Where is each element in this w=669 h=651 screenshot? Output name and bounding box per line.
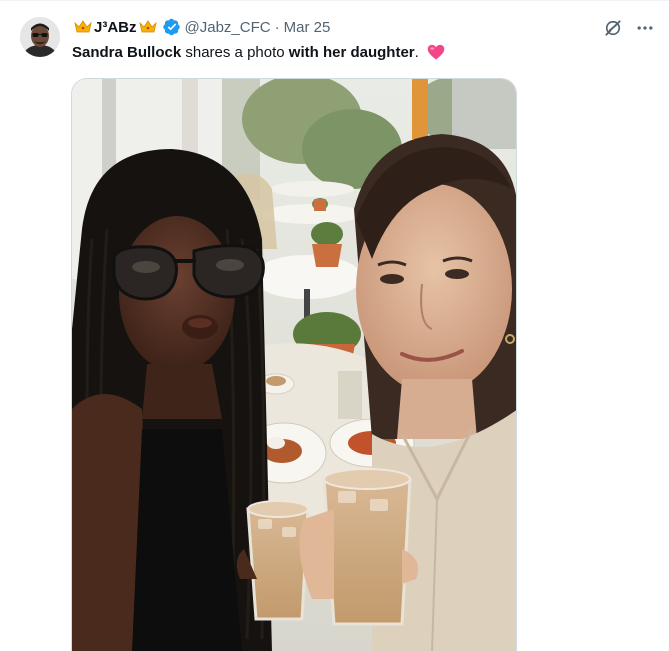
more-horizontal-icon xyxy=(637,26,653,30)
tweet-date[interactable]: Mar 25 xyxy=(284,19,331,36)
display-name[interactable]: J³ABz xyxy=(94,19,137,36)
tweet-card[interactable]: J³ABz @Jabz_CFC · Mar 25 Sandra Bullock … xyxy=(0,0,669,651)
more-options-button[interactable] xyxy=(632,15,658,41)
pink-heart-emoji xyxy=(427,44,445,60)
tweet-header: J³ABz @Jabz_CFC · Mar 25 xyxy=(72,16,330,38)
iced-coffee-left xyxy=(246,500,310,621)
avatar[interactable] xyxy=(20,17,60,57)
iced-coffee-right xyxy=(322,468,412,626)
top-divider xyxy=(0,0,669,1)
tweet-text-period: . xyxy=(414,44,419,61)
separator-dot: · xyxy=(274,18,280,36)
crown-icon xyxy=(138,20,157,33)
tweet-text-bold-phrase: with her daughter xyxy=(288,44,415,61)
avatar-image xyxy=(20,17,60,57)
tweet-text-middle: shares a photo xyxy=(181,44,289,61)
photo-two-women-with-iced-coffee xyxy=(72,79,516,651)
verified-badge-icon[interactable] xyxy=(162,18,181,36)
tweet-text: Sandra Bullock shares a photo with her d… xyxy=(72,43,642,63)
crown-icon xyxy=(74,20,92,33)
grok-icon xyxy=(605,20,621,36)
tweet-text-bold-name: Sandra Bullock xyxy=(72,44,182,61)
tweet-photo[interactable] xyxy=(71,78,517,651)
grok-button[interactable] xyxy=(600,15,626,41)
user-handle[interactable]: @Jabz_CFC xyxy=(185,19,271,36)
